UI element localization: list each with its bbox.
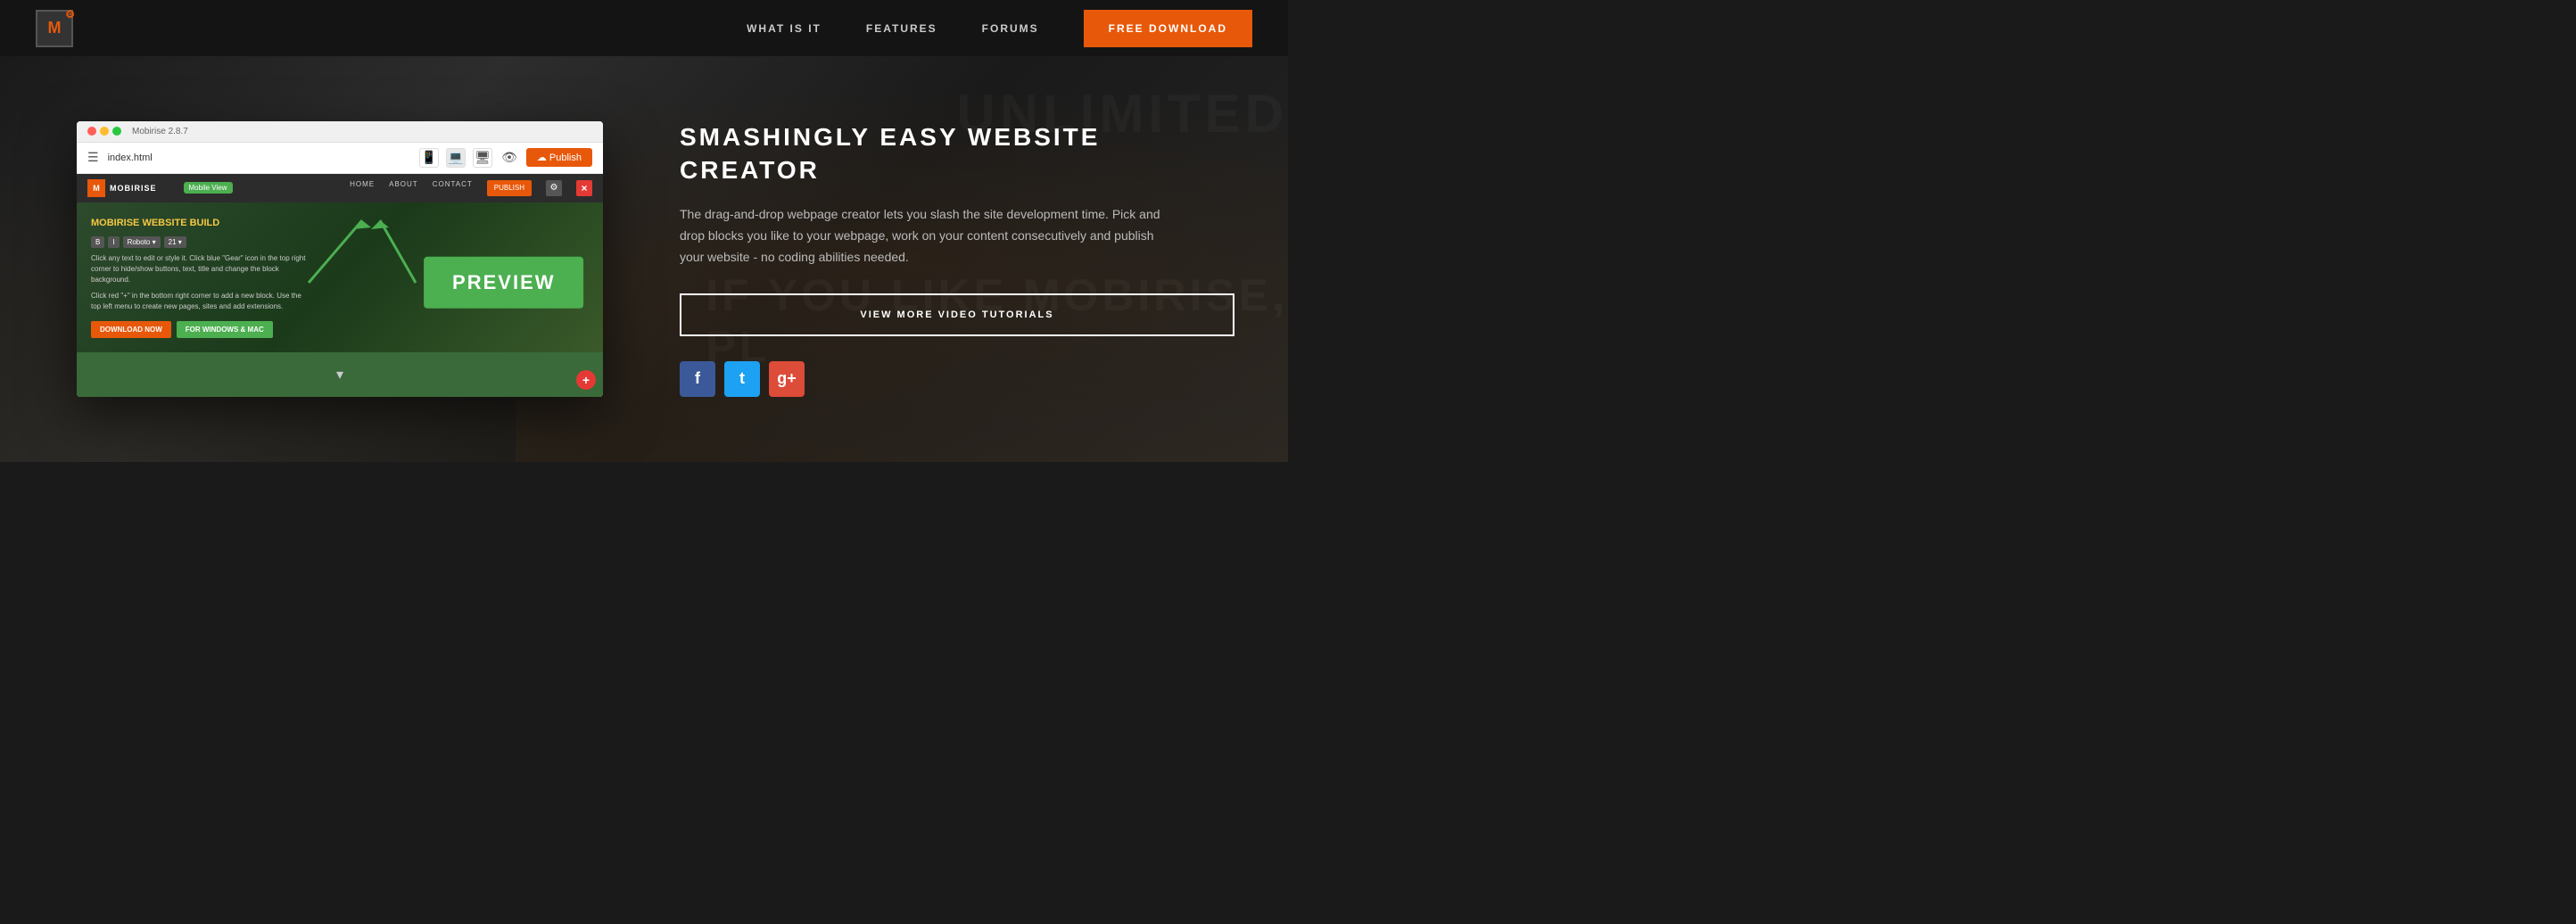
- inner-brand-text: MOBIRISE: [110, 184, 157, 193]
- inner-hero-title: MOBIRISE WEBSITE BUILD: [91, 217, 309, 229]
- logo-letter: M: [48, 19, 62, 37]
- logo-box: M ⚙: [36, 10, 73, 47]
- chevron-down-icon: ▾: [336, 366, 343, 384]
- minimize-dot: [100, 127, 109, 136]
- eye-icon[interactable]: 👁: [501, 150, 517, 165]
- free-download-button[interactable]: FREE DOWNLOAD: [1084, 10, 1252, 47]
- inner-title-toolbar: B I Roboto ▾ 21 ▾: [91, 236, 309, 248]
- app-toolbar: ☰ index.html 📱 💻 🖥 👁 ☁ Publish: [77, 143, 603, 174]
- inner-nav-home: HOME: [350, 180, 375, 196]
- main-nav: M ⚙ WHAT IS IT FEATURES FORUMS FREE DOWN…: [0, 0, 1288, 56]
- hero-left-panel: Mobirise 2.8.7 ☰ index.html 📱 💻 🖥 👁 ☁ Pu…: [0, 56, 644, 462]
- hero-heading: SMASHINGLY EASY WEBSITE CREATOR: [680, 121, 1234, 186]
- publish-button[interactable]: ☁ Publish: [526, 148, 592, 167]
- inner-hero-buttons: DOWNLOAD NOW FOR WINDOWS & MAC: [91, 321, 309, 338]
- inner-hero-right: PREVIEW: [323, 217, 589, 338]
- nav-what-is-it[interactable]: WHAT IS IT: [747, 22, 822, 35]
- app-title-text: Mobirise 2.8.7: [132, 127, 188, 136]
- inner-gear-button[interactable]: ⚙: [546, 180, 562, 196]
- inner-logo: M MOBIRISE: [87, 179, 157, 197]
- inner-nav-contact: CONTACT: [433, 180, 473, 196]
- inner-logo-box: M: [87, 179, 105, 197]
- mobile-view-badge: Mobile View: [184, 182, 233, 194]
- tablet-view-icon[interactable]: 💻: [446, 148, 466, 168]
- gear-icon: ⚙: [65, 8, 75, 21]
- hero-description: The drag-and-drop webpage creator lets y…: [680, 204, 1179, 268]
- maximize-dot: [112, 127, 121, 136]
- add-block-button[interactable]: +: [576, 370, 596, 390]
- inner-hero-body1: Click any text to edit or style it. Clic…: [91, 253, 309, 285]
- social-icons: f t g+: [680, 361, 1234, 397]
- inner-hero-text: MOBIRISE WEBSITE BUILD B I Roboto ▾ 21 ▾…: [91, 217, 309, 338]
- logo[interactable]: M ⚙: [36, 10, 73, 47]
- desktop-view-icon[interactable]: 🖥: [473, 148, 492, 168]
- hamburger-icon: ☰: [87, 150, 99, 165]
- italic-button[interactable]: I: [108, 236, 119, 248]
- inner-hero-body2: Click red "+" in the bottom right corner…: [91, 291, 309, 312]
- twitter-icon[interactable]: t: [724, 361, 760, 397]
- google-plus-icon[interactable]: g+: [769, 361, 805, 397]
- close-dot: [87, 127, 96, 136]
- app-titlebar: Mobirise 2.8.7: [77, 121, 603, 143]
- inner-close-button[interactable]: ×: [576, 180, 592, 196]
- toolbar-icons: 📱 💻 🖥: [419, 148, 492, 168]
- inner-nav-about: ABOUT: [389, 180, 418, 196]
- filename-label: index.html: [108, 153, 153, 163]
- inner-download-btn[interactable]: DOWNLOAD NOW: [91, 321, 171, 338]
- hero-section: UNLIMITED IF YOU LIKE MOBIRISE,PL Mobiri…: [0, 56, 1288, 462]
- hero-right-panel: SMASHINGLY EASY WEBSITE CREATOR The drag…: [644, 56, 1288, 462]
- facebook-icon[interactable]: f: [680, 361, 715, 397]
- inner-hero-section: MOBIRISE WEBSITE BUILD B I Roboto ▾ 21 ▾…: [77, 202, 603, 352]
- mobile-view-icon[interactable]: 📱: [419, 148, 439, 168]
- bold-button[interactable]: B: [91, 236, 104, 248]
- tutorials-button[interactable]: VIEW MORE VIDEO TUTORIALS: [680, 293, 1234, 336]
- nav-forums[interactable]: FORUMS: [982, 22, 1039, 35]
- inner-app-nav: M MOBIRISE Mobile View HOME ABOUT CONTAC…: [77, 174, 603, 202]
- inner-windows-mac-btn[interactable]: FOR WINDOWS & MAC: [177, 321, 273, 338]
- titlebar-dots: [87, 127, 121, 136]
- preview-button[interactable]: PREVIEW: [424, 257, 583, 309]
- inner-nav-links: HOME ABOUT CONTACT PUBLISH ⚙ ×: [350, 180, 592, 196]
- nav-features[interactable]: FEATURES: [866, 22, 937, 35]
- font-button[interactable]: Roboto ▾: [123, 236, 161, 248]
- inner-lower-section: ▾ +: [77, 352, 603, 397]
- app-inner: M MOBIRISE Mobile View HOME ABOUT CONTAC…: [77, 174, 603, 397]
- size-button[interactable]: 21 ▾: [164, 236, 186, 248]
- inner-publish-button[interactable]: PUBLISH: [487, 180, 532, 196]
- app-window-screenshot: Mobirise 2.8.7 ☰ index.html 📱 💻 🖥 👁 ☁ Pu…: [77, 121, 603, 397]
- nav-links: WHAT IS IT FEATURES FORUMS FREE DOWNLOAD: [747, 10, 1252, 47]
